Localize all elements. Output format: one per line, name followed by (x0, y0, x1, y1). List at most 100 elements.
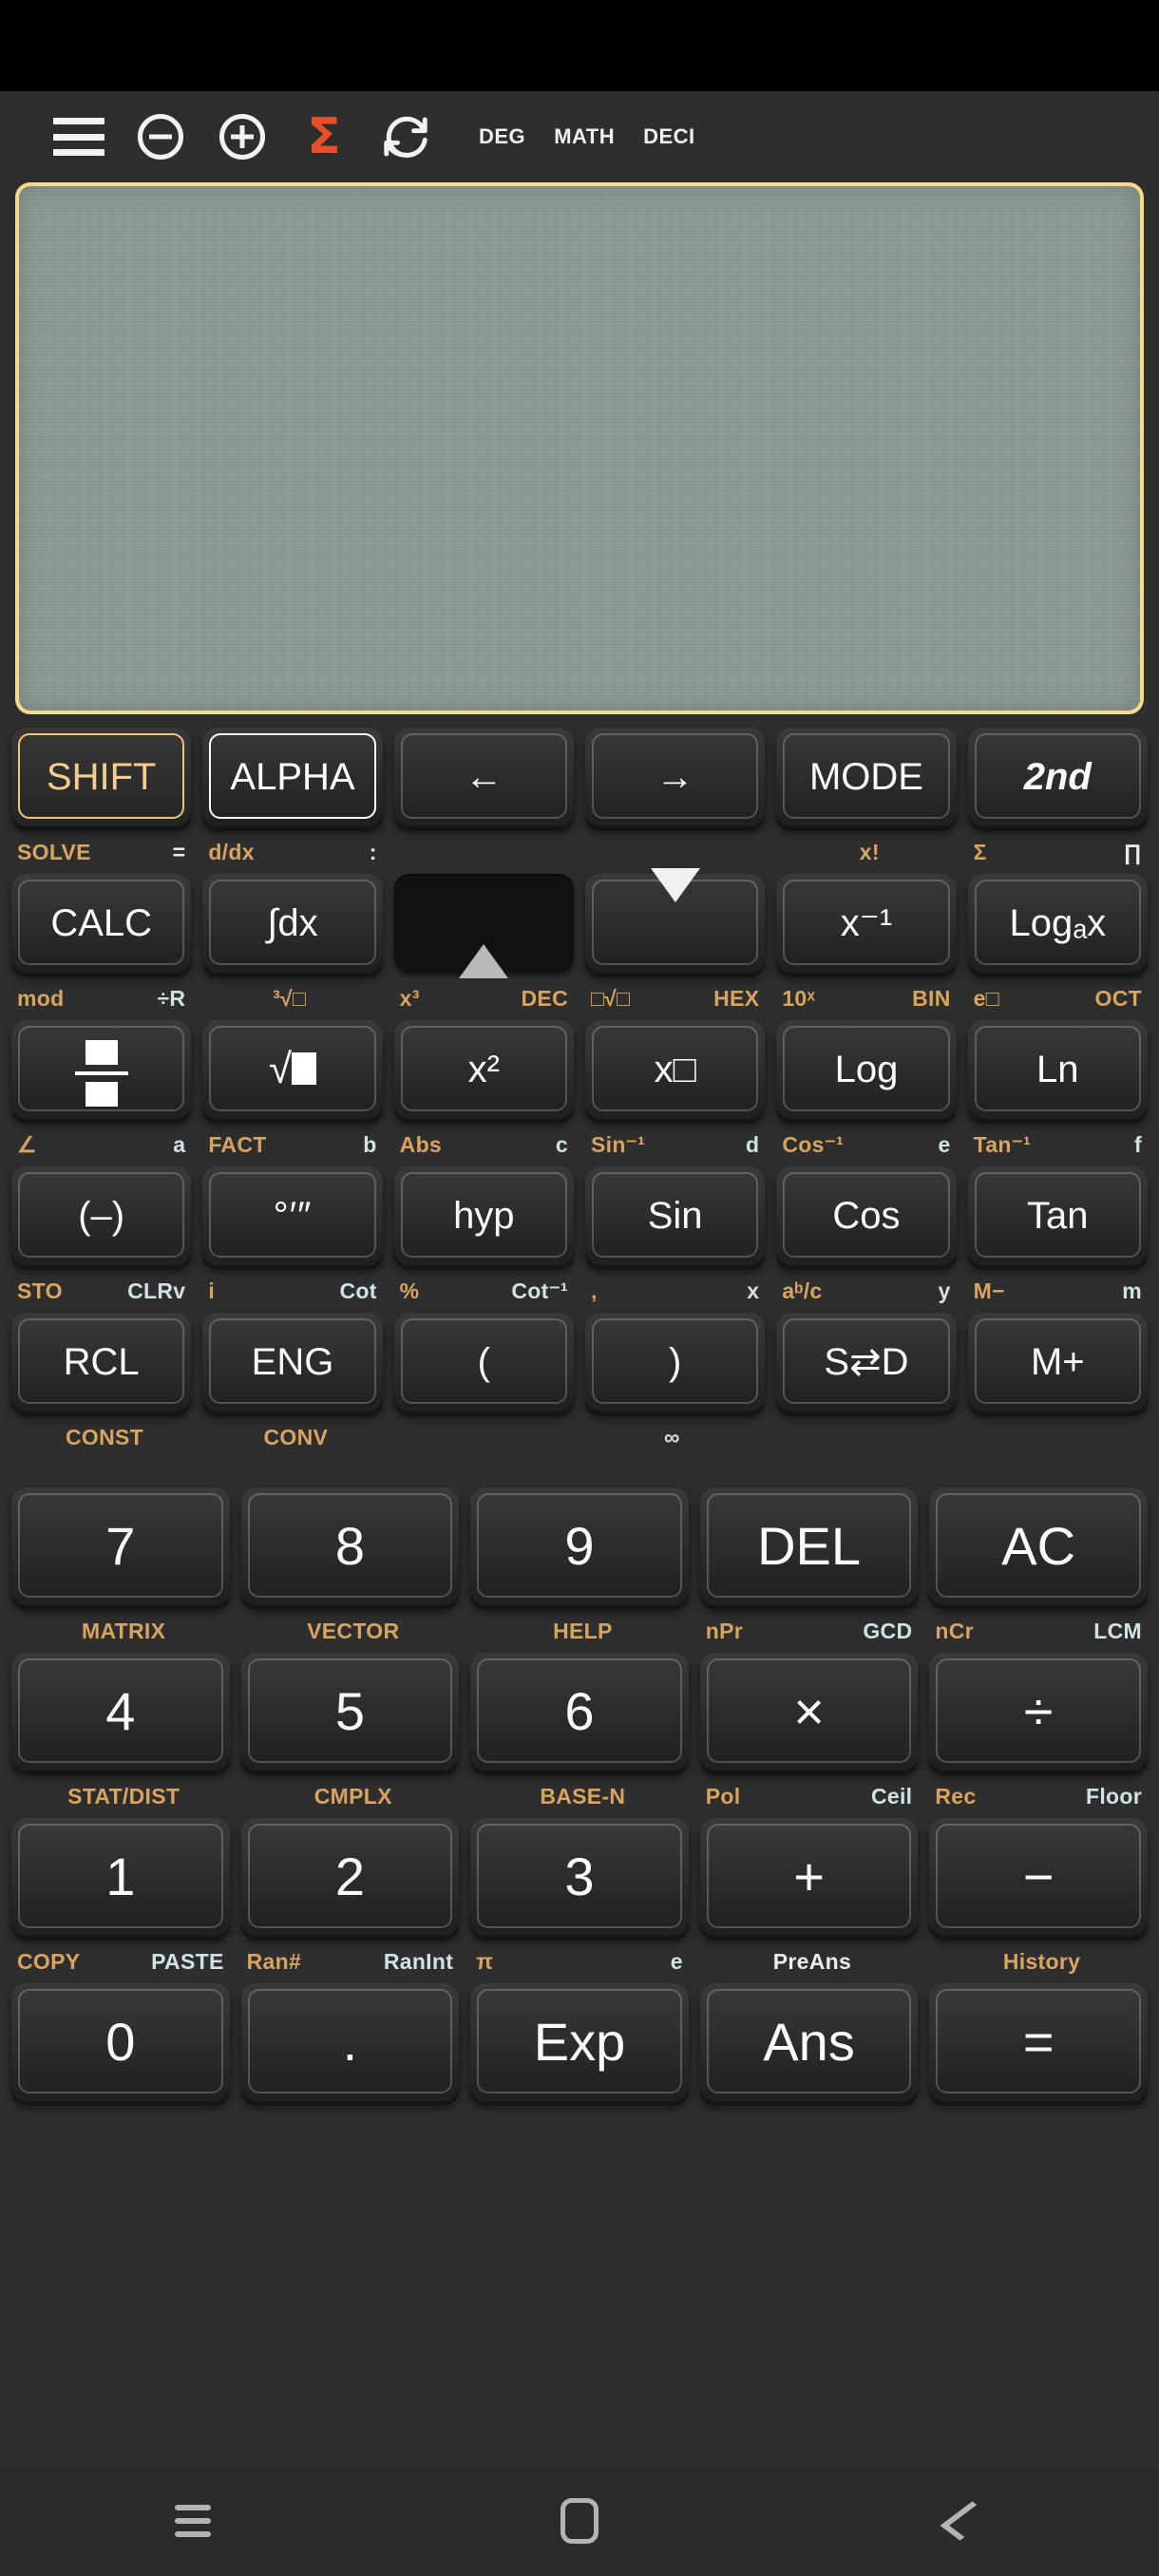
sub-label-right[interactable]: CLRv (127, 1279, 185, 1304)
sub-label-left[interactable]: aᵇ/c (782, 1279, 822, 1304)
key-x[interactable]: x⁻¹ (776, 874, 957, 973)
key-tan[interactable]: Tan (967, 1166, 1148, 1265)
key-ln[interactable]: Ln (967, 1020, 1148, 1119)
sub-label-right[interactable]: e (671, 1949, 683, 1975)
sub-label-right[interactable]: Floor (1086, 1784, 1142, 1809)
sub-label-left[interactable]: ³√□ (273, 986, 306, 1012)
sub-label-left[interactable]: Rec (935, 1784, 976, 1809)
sub-label-left[interactable]: SOLVE (17, 840, 91, 865)
key-2[interactable]: 2 (240, 1818, 460, 1936)
sub-label-left[interactable]: Sin⁻¹ (591, 1132, 645, 1158)
key-del[interactable]: DEL (699, 1487, 919, 1605)
sub-label-right[interactable]: Ceil (871, 1784, 912, 1809)
key-key[interactable]: ÷ (929, 1653, 1148, 1771)
sub-label-right[interactable]: History (1003, 1949, 1080, 1975)
sub-label-right[interactable]: GCD (863, 1619, 912, 1644)
refresh-icon[interactable] (365, 96, 446, 178)
sub-label-right[interactable]: CONV (264, 1425, 329, 1450)
key-hyp[interactable]: hyp (393, 1166, 574, 1265)
sub-label-right[interactable]: PASTE (151, 1949, 223, 1975)
sub-label-left[interactable]: Ran# (247, 1949, 301, 1975)
sub-label-right[interactable]: OCT (1095, 986, 1142, 1012)
sub-label-left[interactable]: Pol (706, 1784, 741, 1809)
key-calc[interactable]: CALC (11, 874, 192, 973)
key-ans[interactable]: Ans (699, 1983, 919, 2101)
key-key[interactable] (584, 868, 766, 973)
key-8[interactable]: 8 (240, 1487, 460, 1605)
key-9[interactable]: 9 (470, 1487, 689, 1605)
sub-label-right[interactable]: : (370, 840, 377, 865)
back-icon[interactable] (772, 2501, 1159, 2541)
key-m[interactable]: M+ (967, 1313, 1148, 1411)
sub-label-left[interactable]: FACT (208, 1132, 266, 1158)
key-mode[interactable]: MODE (776, 728, 957, 826)
sub-label-right[interactable]: ∏ (1124, 840, 1142, 865)
sub-label-right[interactable]: MATRIX (82, 1619, 165, 1644)
key-key[interactable]: − (929, 1818, 1148, 1936)
sub-label-right[interactable]: VECTOR (307, 1619, 399, 1644)
key-cos[interactable]: Cos (776, 1166, 957, 1265)
sub-label-left[interactable]: mod (17, 986, 64, 1012)
key-log[interactable]: Log (776, 1020, 957, 1119)
key-key[interactable]: = (929, 1983, 1148, 2101)
sub-label-right[interactable]: LCM (1093, 1619, 1142, 1644)
key-2nd[interactable]: 2nd (967, 728, 1148, 826)
sub-label-left[interactable]: , (591, 1279, 598, 1304)
sub-label-left[interactable]: □√□ (591, 986, 630, 1012)
sub-label-right[interactable]: m (1122, 1279, 1142, 1304)
sub-label-left[interactable]: Abs (400, 1132, 442, 1158)
key-key[interactable]: (–) (11, 1166, 192, 1265)
sub-label-right[interactable]: ÷R (157, 986, 185, 1012)
key-7[interactable]: 7 (11, 1487, 230, 1605)
sub-label-right[interactable]: DEC (522, 986, 568, 1012)
key-key[interactable]: ) (584, 1313, 766, 1411)
sub-label-right[interactable]: a (173, 1132, 185, 1158)
key-key[interactable]: . (240, 1983, 460, 2101)
sub-label-right[interactable]: f (1134, 1132, 1142, 1158)
sub-label-right[interactable]: d (746, 1132, 759, 1158)
hamburger-menu-icon[interactable] (38, 96, 120, 178)
sub-label-left[interactable]: % (400, 1279, 420, 1304)
key-ac[interactable]: AC (929, 1487, 1148, 1605)
sub-label-right[interactable]: RanInt (384, 1949, 453, 1975)
key-x[interactable]: x² (393, 1020, 574, 1119)
key-fraction[interactable] (11, 1020, 192, 1119)
sub-label-right[interactable]: b (363, 1132, 376, 1158)
sub-label-left[interactable]: nCr (935, 1619, 974, 1644)
sub-label-left[interactable]: 10ˣ (782, 986, 815, 1012)
key-exp[interactable]: Exp (470, 1983, 689, 2101)
sub-label-left[interactable]: COPY (17, 1949, 80, 1975)
minus-circle-icon[interactable] (120, 96, 201, 178)
sub-label-left[interactable]: Cos⁻¹ (782, 1132, 844, 1158)
sub-label-left[interactable]: π (476, 1949, 493, 1975)
key-shift[interactable]: SHIFT (11, 728, 192, 826)
key-key[interactable] (393, 874, 574, 978)
sub-label-left[interactable]: Tan⁻¹ (974, 1132, 1031, 1158)
key-alpha[interactable]: ALPHA (202, 728, 383, 826)
sub-label-right[interactable]: PreAns (773, 1949, 851, 1975)
key-key[interactable]: → (584, 728, 766, 826)
sub-label-right[interactable]: HEX (713, 986, 759, 1012)
key-key[interactable]: + (699, 1818, 919, 1936)
sub-label-right[interactable]: BASE-N (540, 1784, 625, 1809)
key-key[interactable]: °′″ (202, 1166, 383, 1265)
key-dx[interactable]: ∫dx (202, 874, 383, 973)
sub-label-left[interactable]: ∞ (664, 1425, 680, 1450)
sub-label-left[interactable]: x³ (400, 986, 420, 1012)
sub-label-left[interactable]: d/dx (208, 840, 254, 865)
key-4[interactable]: 4 (11, 1653, 230, 1771)
key-sqrt[interactable]: √ (202, 1020, 383, 1119)
sub-label-right[interactable]: STAT/DIST (67, 1784, 180, 1809)
sub-label-right[interactable]: CONST (66, 1425, 143, 1450)
key-eng[interactable]: ENG (202, 1313, 383, 1411)
sub-label-right[interactable]: e (939, 1132, 951, 1158)
key-key[interactable]: ( (393, 1313, 574, 1411)
key-5[interactable]: 5 (240, 1653, 460, 1771)
sub-label-right[interactable]: = (173, 840, 186, 865)
calculator-display[interactable] (15, 182, 1144, 714)
key-0[interactable]: 0 (11, 1983, 230, 2101)
key-s-d[interactable]: S⇄D (776, 1313, 957, 1411)
key-sin[interactable]: Sin (584, 1166, 766, 1265)
sub-label-right[interactable]: Cot⁻¹ (511, 1279, 568, 1304)
key-x[interactable]: x□ (584, 1020, 766, 1119)
